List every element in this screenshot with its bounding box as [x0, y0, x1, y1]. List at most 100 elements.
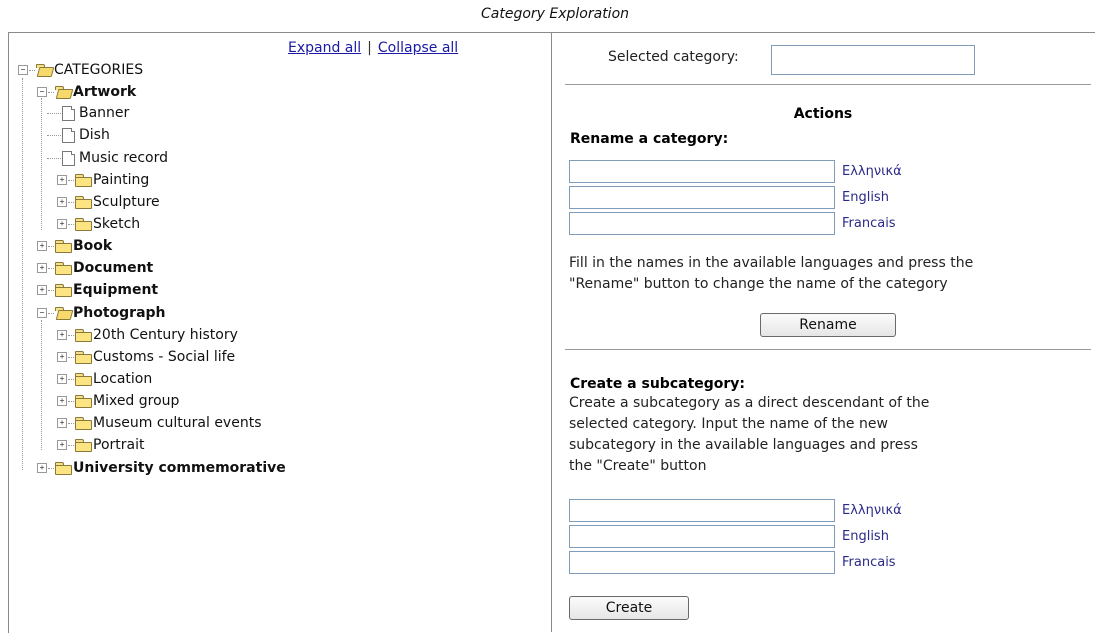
create-description: Create a subcategory as a direct descend… — [569, 393, 929, 477]
actions-title: Actions — [793, 106, 853, 122]
folder-icon — [75, 329, 92, 342]
tree-node-banner[interactable]: Banner — [47, 103, 129, 123]
tree-node-label: Mixed group — [93, 393, 180, 409]
rename-french-label: Francais — [842, 216, 896, 231]
tree-node-label: Museum cultural events — [93, 415, 262, 431]
collapse-all-link[interactable]: Collapse all — [378, 40, 458, 56]
expand-icon[interactable]: + — [57, 330, 67, 340]
tree-node-customs-social-life[interactable]: + Customs - Social life — [57, 347, 235, 367]
tree-node-artwork[interactable]: − Artwork — [37, 82, 136, 102]
tree-node-label: Artwork — [73, 84, 137, 100]
expand-icon[interactable]: + — [57, 396, 67, 406]
rename-greek-input[interactable] — [569, 160, 835, 183]
folder-icon — [55, 240, 72, 253]
folder-open-icon — [55, 307, 71, 319]
rename-heading: Rename a category: — [570, 131, 729, 147]
tree-node-label: Portrait — [93, 437, 145, 453]
rename-english-label: English — [842, 190, 889, 205]
expand-icon[interactable]: + — [37, 285, 47, 295]
page-title: Category Exploration — [480, 6, 630, 22]
tree-node-label: Equipment — [73, 282, 159, 298]
folder-icon — [75, 417, 92, 430]
expand-icon[interactable]: + — [37, 241, 47, 251]
tree-controls: Expand all | Collapse all — [288, 40, 458, 56]
tree-node-mixed-group[interactable]: + Mixed group — [57, 391, 179, 411]
folder-icon — [75, 351, 92, 364]
folder-icon — [75, 373, 92, 386]
divider-line — [565, 84, 1091, 85]
tree-node-label: Music record — [79, 150, 169, 166]
tree-node-label: Location — [93, 371, 153, 387]
tree-node-label: Book — [73, 238, 113, 254]
tree-node-sculpture[interactable]: + Sculpture — [57, 192, 160, 212]
tree-node-museum-cultural-events[interactable]: + Museum cultural events — [57, 413, 262, 433]
tree-node-root[interactable]: − CATEGORIES — [18, 60, 143, 80]
create-heading: Create a subcategory: — [570, 376, 746, 392]
folder-icon — [75, 395, 92, 408]
file-icon — [62, 105, 75, 121]
tree-node-portrait[interactable]: + Portrait — [57, 435, 144, 455]
expand-icon[interactable]: + — [37, 263, 47, 273]
collapse-icon[interactable]: − — [18, 65, 28, 75]
create-greek-input[interactable] — [569, 499, 835, 522]
tree-node-photograph[interactable]: − Photograph — [37, 303, 166, 323]
tree-node-book[interactable]: + Book — [37, 236, 112, 256]
create-button[interactable]: Create — [569, 596, 689, 620]
file-icon — [62, 127, 75, 143]
create-english-input[interactable] — [569, 525, 835, 548]
collapse-icon[interactable]: − — [37, 308, 47, 318]
tree-node-label: Customs - Social life — [93, 349, 236, 365]
expand-icon[interactable]: + — [57, 352, 67, 362]
expand-icon[interactable]: + — [57, 374, 67, 384]
tree-node-label: Document — [73, 260, 154, 276]
tree-node-painting[interactable]: + Painting — [57, 170, 149, 190]
tree-node-university-commemorative[interactable]: + University commemorative — [37, 458, 286, 478]
tree-node-location[interactable]: + Location — [57, 369, 152, 389]
divider-line — [565, 349, 1091, 350]
folder-icon — [75, 196, 92, 209]
collapse-icon[interactable]: − — [37, 87, 47, 97]
folder-icon — [55, 284, 72, 297]
expand-icon[interactable]: + — [57, 197, 67, 207]
link-separator: | — [367, 40, 372, 56]
rename-english-input[interactable] — [569, 186, 835, 209]
create-description-line: subcategory in the available languages a… — [569, 437, 918, 453]
expand-icon[interactable]: + — [57, 440, 67, 450]
selected-category-label: Selected category: — [608, 49, 739, 65]
tree-node-document[interactable]: + Document — [37, 258, 153, 278]
create-description-line: Create a subcategory as a direct descend… — [569, 395, 930, 411]
folder-open-icon — [55, 86, 71, 98]
tree-node-label: 20th Century history — [93, 327, 238, 343]
tree-node-equipment[interactable]: + Equipment — [37, 280, 158, 300]
tree-node-20th-century-history[interactable]: + 20th Century history — [57, 325, 238, 345]
file-icon — [62, 150, 75, 166]
folder-icon — [55, 262, 72, 275]
create-french-input[interactable] — [569, 551, 835, 574]
tree-node-label: Sketch — [93, 216, 141, 232]
create-description-line: the "Create" button — [569, 458, 707, 474]
selected-category-field[interactable] — [771, 45, 975, 75]
tree-node-label: University commemorative — [73, 460, 286, 476]
tree-node-sketch[interactable]: + Sketch — [57, 214, 140, 234]
rename-description-line: "Rename" button to change the name of th… — [569, 276, 948, 292]
folder-open-icon — [36, 64, 52, 76]
expand-icon[interactable]: + — [57, 219, 67, 229]
create-description-line: selected category. Input the name of the… — [569, 416, 888, 432]
rename-button[interactable]: Rename — [760, 313, 896, 337]
expand-icon[interactable]: + — [57, 175, 67, 185]
create-greek-label: Ελληνικά — [842, 503, 902, 518]
expand-icon[interactable]: + — [37, 463, 47, 473]
tree-line-root — [22, 78, 23, 470]
rename-greek-label: Ελληνικά — [842, 164, 902, 179]
tree-node-dish[interactable]: Dish — [47, 125, 110, 145]
tree-node-label: Photograph — [73, 305, 166, 321]
tree-node-label: Sculpture — [93, 194, 160, 210]
rename-description-line: Fill in the names in the available langu… — [569, 255, 974, 271]
actions-pane: Selected category: Actions Rename a cate… — [552, 33, 1094, 623]
expand-icon[interactable]: + — [57, 418, 67, 428]
rename-french-input[interactable] — [569, 212, 835, 235]
expand-all-link[interactable]: Expand all — [288, 40, 361, 56]
create-english-label: English — [842, 529, 889, 544]
tree-node-music-record[interactable]: Music record — [47, 148, 168, 168]
tree-node-label: Dish — [79, 127, 110, 143]
